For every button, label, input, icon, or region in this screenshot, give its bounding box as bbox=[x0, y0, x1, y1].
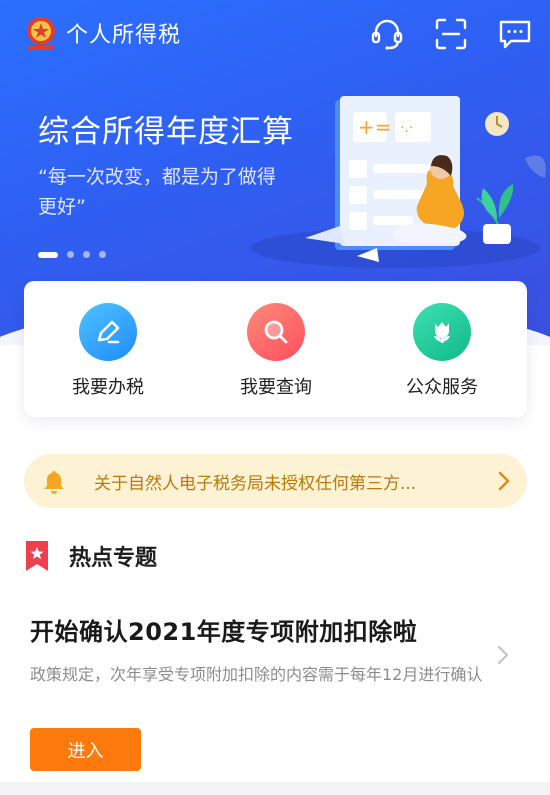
quick-actions-card: 我要办税 我要查询 公众服务 bbox=[24, 281, 527, 417]
section-title: 热点专题 bbox=[69, 546, 158, 571]
chevron-right-icon bbox=[498, 471, 510, 491]
search-icon bbox=[247, 303, 305, 361]
banner-quote: “每一次改变，都是为了做得更好” bbox=[38, 166, 276, 218]
topic-title: 开始确认2021年度专项附加扣除啦 bbox=[30, 618, 418, 646]
carousel-indicator bbox=[38, 251, 106, 258]
carousel-dot-active[interactable] bbox=[38, 251, 58, 258]
notice-text: 关于自然人电子税务局未授权任何第三方... bbox=[94, 474, 417, 494]
quick-action-file-tax[interactable]: 我要办税 bbox=[48, 303, 168, 399]
svg-text:·.·: ·.· bbox=[400, 120, 413, 136]
svg-text:+=: += bbox=[358, 115, 392, 139]
hot-topic-item[interactable]: 开始确认2021年度专项附加扣除啦 政策规定，次年享受专项附加扣除的内容需于每年… bbox=[30, 612, 520, 688]
app-title: 个人所得税 bbox=[66, 23, 182, 48]
bottom-divider bbox=[0, 782, 550, 795]
enter-button[interactable]: 进入 bbox=[30, 728, 141, 771]
notice-bar[interactable]: 关于自然人电子税务局未授权任何第三方... bbox=[24, 454, 527, 508]
quick-action-label: 公众服务 bbox=[406, 377, 478, 398]
edit-icon bbox=[79, 303, 137, 361]
quick-action-query[interactable]: 我要查询 bbox=[216, 303, 336, 399]
top-bar: 个人所得税 bbox=[0, 0, 550, 66]
carousel-dot[interactable] bbox=[67, 251, 74, 258]
chevron-right-icon[interactable] bbox=[496, 644, 510, 666]
customer-service-icon[interactable] bbox=[369, 16, 405, 52]
quick-action-label: 我要办税 bbox=[72, 377, 144, 398]
topic-description: 政策规定，次年享受专项附加扣除的内容需于每年12月进行确认 bbox=[30, 665, 483, 684]
scan-icon[interactable] bbox=[433, 16, 469, 52]
bookmark-star-icon bbox=[26, 541, 48, 571]
quick-action-public-service[interactable]: 公众服务 bbox=[382, 303, 502, 399]
message-icon[interactable] bbox=[497, 16, 533, 52]
carousel-dot[interactable] bbox=[83, 251, 90, 258]
carousel-dot[interactable] bbox=[99, 251, 106, 258]
quick-action-label: 我要查询 bbox=[240, 377, 312, 398]
emblem-icon bbox=[27, 17, 55, 50]
banner-illustration: += ·.· bbox=[250, 96, 546, 268]
bell-icon bbox=[44, 471, 64, 494]
tulip-icon bbox=[413, 303, 471, 361]
